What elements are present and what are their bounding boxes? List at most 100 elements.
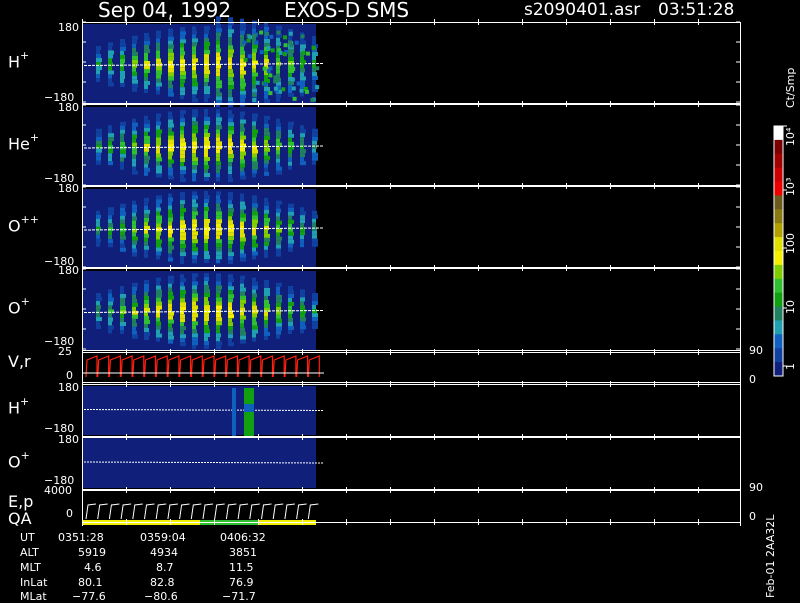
spectrogram-pixel <box>168 237 174 242</box>
spectrogram-pixel <box>192 98 198 103</box>
spectrogram-pixel <box>144 241 148 246</box>
spectrogram-pixel <box>156 251 161 256</box>
spectrogram-pixel <box>276 37 280 42</box>
spectrogram-pixel <box>240 283 244 288</box>
spectrogram-pixel <box>288 321 293 326</box>
spectrogram-pixel <box>108 235 112 240</box>
spectrogram-pixel <box>168 92 174 97</box>
spectrogram-pixel <box>228 294 234 299</box>
spectrogram-pixel <box>305 51 310 56</box>
spectrogram-pixel <box>240 299 246 304</box>
spectrogram-pixel <box>228 236 234 241</box>
spectrogram-pixel <box>240 159 245 164</box>
spectrogram-pixel <box>216 247 222 252</box>
spectrogram-pixel <box>228 126 234 131</box>
spectrogram-pixel <box>288 293 294 298</box>
spectrogram-pixel <box>144 287 149 292</box>
spectrogram-pixel <box>156 86 160 91</box>
spectrogram-pixel <box>204 329 210 334</box>
spectrogram-pixel <box>216 259 220 264</box>
spectrogram-pixel <box>204 30 209 35</box>
spectrogram-pixel <box>132 35 138 40</box>
spectrogram-pixel <box>204 109 208 113</box>
spectrogram-pixel <box>289 43 294 48</box>
spectrogram-pixel <box>180 204 184 209</box>
spectrogram-pixel <box>228 162 232 167</box>
spectrogram-pixel <box>144 291 148 296</box>
spectrogram-pixel <box>312 144 317 149</box>
spectrogram-pixel <box>240 127 245 132</box>
spectrogram-pixel <box>216 40 220 45</box>
spectrogram-pixel <box>252 203 258 208</box>
spectrogram-pixel <box>204 255 210 259</box>
spectrogram-pixel <box>264 139 268 144</box>
spectrogram-pixel <box>180 322 184 327</box>
spectrogram-pixel <box>144 279 149 284</box>
spectrogram-pixel <box>264 323 268 328</box>
spectrogram-pixel <box>156 173 162 178</box>
spectrogram-pixel <box>108 54 113 59</box>
spectrogram-pixel <box>108 74 112 79</box>
colorbar-segment <box>774 292 783 308</box>
spectrogram-pixel <box>156 113 161 118</box>
spectrogram-pixel <box>108 301 113 306</box>
spectrogram-pixel <box>108 227 113 232</box>
spectrogram-pixel <box>252 173 256 178</box>
spectrogram-pixel <box>228 322 233 327</box>
spectrogram-pixel <box>156 199 162 204</box>
spectrogram-pixel <box>216 36 220 41</box>
spectrogram-pixel <box>96 317 102 322</box>
spectrogram-pixel <box>156 90 160 95</box>
spectrogram-pixel <box>204 297 208 302</box>
spectrogram-pixel <box>252 289 256 294</box>
spectrogram-pixel <box>204 247 208 251</box>
spectrogram-pixel <box>108 325 114 330</box>
spectrogram-pixel <box>300 149 306 154</box>
spectrogram-pixel <box>252 137 256 142</box>
spectrogram-pixel <box>120 66 124 71</box>
spectrogram-pixel <box>180 126 184 131</box>
spectrogram-pixel <box>312 305 316 310</box>
spectrogram-pixel <box>144 64 150 69</box>
spectrogram-pixel <box>276 228 282 233</box>
spectrogram-pixel <box>300 329 304 334</box>
spectrogram-pixel <box>228 118 233 123</box>
spectrogram-pixel <box>180 240 185 245</box>
spectrogram-pixel <box>168 257 173 262</box>
spectrogram-pixel <box>180 310 184 315</box>
spectrogram-pixel <box>312 293 318 298</box>
spectrogram-pixel <box>192 129 198 134</box>
spectrogram-pixel <box>180 47 184 52</box>
spectrogram-pixel <box>264 147 270 152</box>
spectrogram-pixel <box>204 129 208 133</box>
spectrogram-pixel <box>144 151 148 156</box>
spectrogram-pixel <box>168 163 172 168</box>
spectrogram-pixel <box>288 223 292 228</box>
spectrogram-pixel <box>300 161 306 166</box>
spectrogram-pixel <box>300 289 305 294</box>
spectrogram-pixel <box>252 281 258 286</box>
small-label-h: H+ <box>8 395 30 418</box>
spectrogram-pixel <box>156 125 160 130</box>
spectrogram-pixel <box>192 273 198 278</box>
spectrogram-pixel <box>276 97 280 102</box>
spectrogram-pixel <box>216 161 221 166</box>
spectrogram-pixel <box>132 166 136 171</box>
spectrogram-pixel <box>228 306 232 311</box>
spectrogram-pixel <box>108 66 112 71</box>
panel-label-he: He+ <box>8 131 40 154</box>
spectrogram-pixel <box>192 207 197 212</box>
spectrogram-pixel <box>276 25 282 30</box>
row-value: 3851 <box>229 546 257 559</box>
spectrogram-pixel <box>265 31 270 36</box>
spectrogram-pixel <box>144 197 149 202</box>
spectrogram-pixel <box>264 225 269 230</box>
spectrogram-pixel <box>96 230 100 235</box>
spectrogram-pixel <box>276 41 281 46</box>
date-title: Sep 04, 1992 <box>98 0 232 22</box>
spectrogram-pixel <box>228 200 232 205</box>
spectrogram-pixel <box>132 208 137 213</box>
spectrogram-pixel <box>268 91 273 96</box>
header-time: 03:51:28 <box>658 0 735 20</box>
spectrogram-pixel <box>288 31 293 36</box>
